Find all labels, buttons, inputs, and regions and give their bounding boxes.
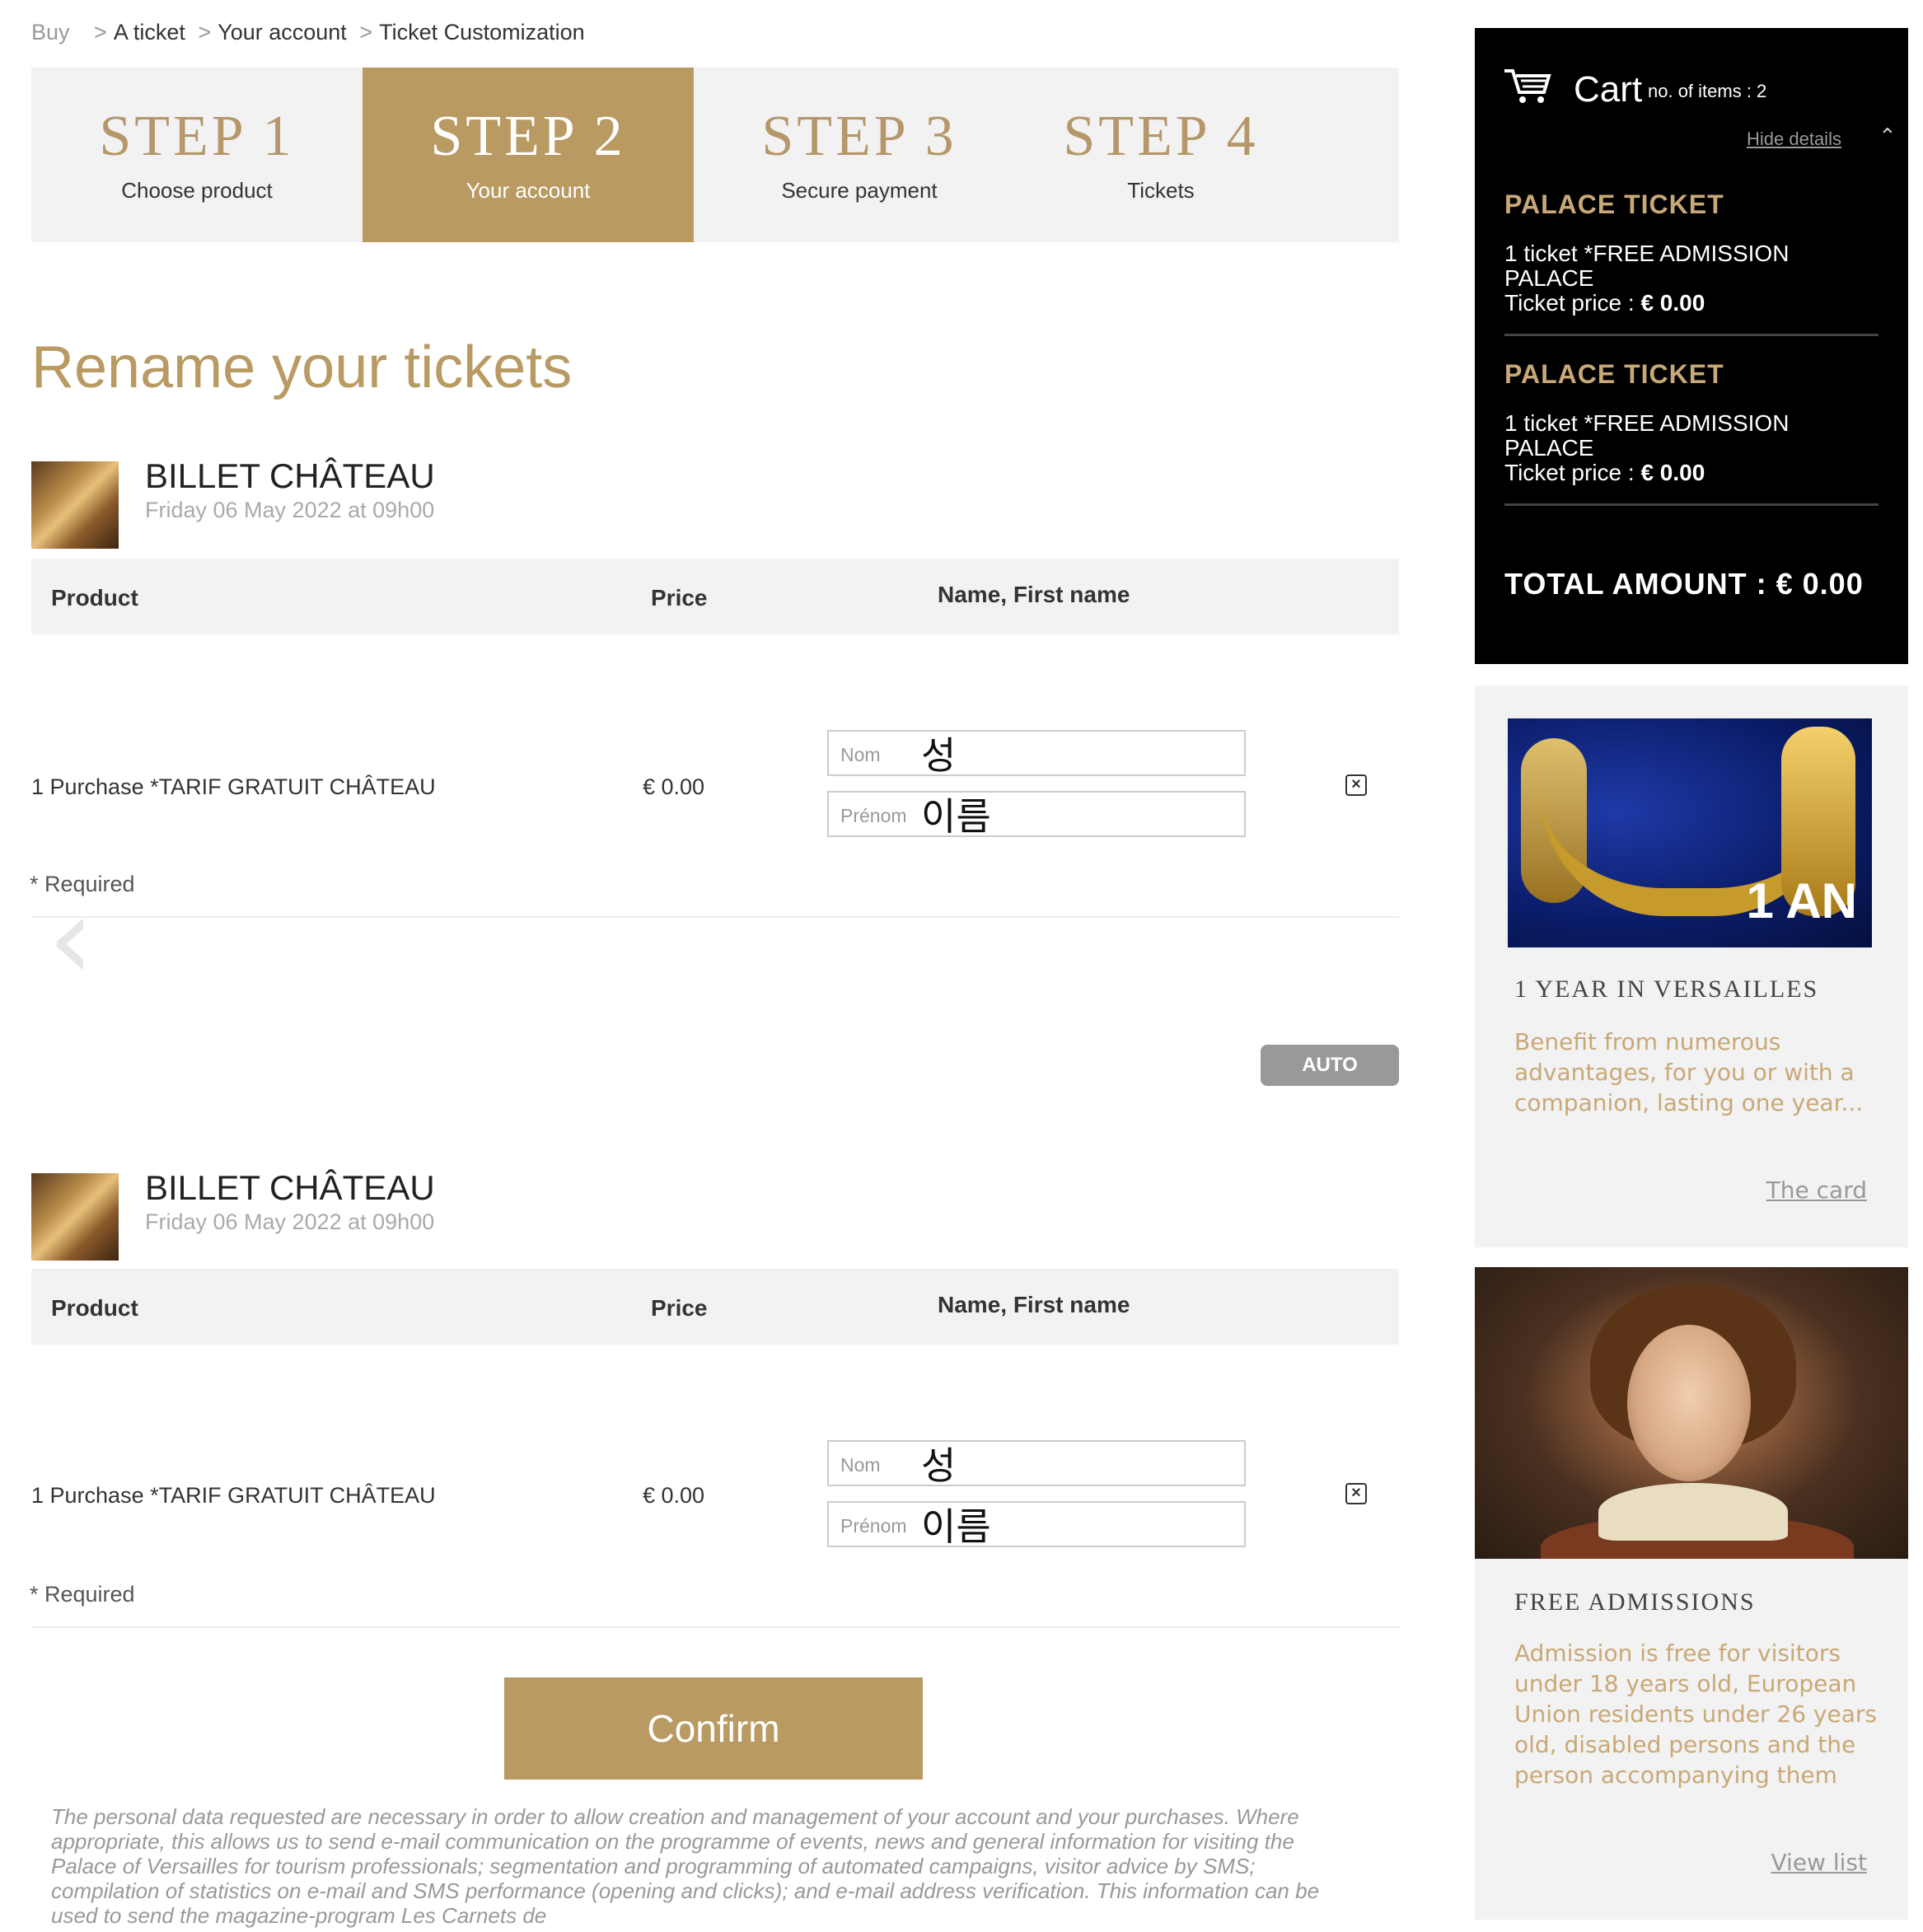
ticket-2-nom-input[interactable]	[921, 1443, 1234, 1483]
promo-text: Admission is free for visitors under 18 …	[1514, 1640, 1877, 1789]
cart-item-count: no. of items : 2	[1648, 81, 1767, 101]
step-2: STEP 2 Your account	[363, 68, 694, 242]
ticket-2-title: BILLET CHÂTEAU	[145, 1168, 435, 1207]
divider	[31, 916, 1399, 918]
promo-text: Benefit from numerous advantages, for yo…	[1514, 1028, 1864, 1116]
ticket-2-required-note: * Required	[30, 1582, 135, 1607]
column-header-product: Product	[51, 585, 138, 610]
page-title: Rename your tickets	[31, 334, 573, 400]
step-3: STEP 3 Secure payment	[694, 68, 1025, 242]
cart-item-title: PALACE TICKET	[1504, 189, 1724, 219]
ticket-2-prenom-field[interactable]: Prénom	[827, 1501, 1246, 1547]
cart-total: TOTAL AMOUNT : € 0.00	[1504, 567, 1864, 601]
column-header-price: Price	[651, 1295, 708, 1321]
auto-button[interactable]: AUTO	[1261, 1045, 1399, 1086]
cart-item-desc: 1 ticket *FREE ADMISSION PALACE	[1504, 410, 1790, 461]
breadcrumb-your-account[interactable]: Your account	[218, 20, 347, 44]
step-1: STEP 1 Choose product	[31, 68, 363, 242]
cart-item-price-value: € 0.00	[1640, 460, 1705, 485]
hide-details-link[interactable]: Hide details	[1747, 129, 1841, 150]
ticket-2-nom-field[interactable]: Nom	[827, 1440, 1246, 1486]
cart-item-price-label: Ticket price :	[1504, 290, 1641, 316]
ticket-2-table-header: Product Price Name, First name	[31, 1269, 1399, 1345]
cart-item-desc: 1 ticket *FREE ADMISSION PALACE	[1504, 241, 1790, 291]
the-card-link[interactable]: The card	[1766, 1177, 1867, 1204]
close-box-icon[interactable]: ×	[1345, 1483, 1367, 1504]
ticket-1-prenom-field[interactable]: Prénom	[827, 791, 1246, 837]
ticket-2-thumbnail	[31, 1173, 119, 1261]
chevron-left-icon[interactable]: ‹	[48, 882, 114, 997]
step-3-label: STEP 3	[761, 105, 957, 168]
promo-card-free-admissions: FREE ADMISSIONS Admission is free for vi…	[1475, 1267, 1908, 1920]
ticket-1-table-header: Product Price Name, First name	[31, 559, 1399, 634]
ticket-1-product: 1 Purchase *TARIF GRATUIT CHÂTEAU	[31, 774, 436, 799]
promo-image-badge: 1 AN	[1746, 873, 1857, 929]
ticket-2-prenom-input[interactable]	[921, 1504, 1234, 1544]
column-header-price: Price	[651, 585, 708, 610]
step-1-label: STEP 1	[99, 105, 295, 168]
prenom-placeholder: Prénom	[840, 805, 907, 826]
step-4-label: STEP 4	[1063, 105, 1259, 168]
breadcrumb-ticket-customization: Ticket Customization	[379, 20, 585, 44]
chevron-up-icon[interactable]: ⌃	[1879, 124, 1897, 149]
breadcrumb-separator: >	[94, 20, 107, 44]
confirm-button[interactable]: Confirm	[504, 1677, 923, 1780]
step-4-sub: Tickets	[1127, 178, 1195, 203]
promo-title: 1 YEAR IN VERSAILLES	[1514, 975, 1819, 1003]
promo-card-year: 1 AN 1 YEAR IN VERSAILLES Benefit from n…	[1475, 685, 1908, 1247]
portrait-face	[1627, 1325, 1751, 1481]
nom-placeholder: Nom	[840, 1454, 881, 1476]
ticket-1-title: BILLET CHÂTEAU	[145, 456, 435, 495]
cart-item-title: PALACE TICKET	[1504, 359, 1724, 389]
column-header-name: Name, First name	[938, 582, 1130, 607]
promo-image-portrait[interactable]	[1475, 1267, 1908, 1559]
step-1-sub: Choose product	[121, 178, 273, 203]
view-list-link[interactable]: View list	[1771, 1849, 1867, 1876]
step-2-sub: Your account	[466, 178, 591, 203]
ticket-2-product: 1 Purchase *TARIF GRATUIT CHÂTEAU	[31, 1483, 436, 1508]
nom-placeholder: Nom	[840, 744, 881, 765]
legal-notice: The personal data requested are necessar…	[51, 1804, 1320, 1928]
ticket-1-nom-input[interactable]	[921, 733, 1234, 773]
close-box-icon[interactable]: ×	[1345, 774, 1367, 796]
breadcrumb-separator: >	[359, 20, 373, 44]
ticket-2-date: Friday 06 May 2022 at 09h00	[145, 1209, 435, 1234]
step-2-label: STEP 2	[430, 105, 626, 168]
steps-bar: STEP 1 Choose product STEP 2 Your accoun…	[31, 68, 1399, 242]
prenom-placeholder: Prénom	[840, 1515, 907, 1537]
cart-icon	[1503, 66, 1552, 115]
step-3-sub: Secure payment	[781, 178, 938, 203]
cart-item-price-label: Ticket price :	[1504, 460, 1641, 485]
breadcrumb-a-ticket[interactable]: A ticket	[114, 20, 185, 44]
ticket-1-date: Friday 06 May 2022 at 09h00	[145, 498, 435, 522]
breadcrumb-separator: >	[198, 20, 212, 44]
portrait-collar	[1598, 1483, 1788, 1541]
divider	[31, 1626, 1399, 1628]
ticket-1-thumbnail	[31, 461, 119, 549]
divider	[1504, 334, 1879, 336]
column-header-product: Product	[51, 1295, 138, 1321]
cart-label: Cart	[1574, 69, 1643, 110]
step-4: STEP 4 Tickets	[1025, 68, 1297, 242]
ticket-1-nom-field[interactable]: Nom	[827, 730, 1246, 776]
column-header-name: Name, First name	[938, 1292, 1130, 1317]
cart-item-price-value: € 0.00	[1640, 290, 1705, 316]
ticket-1-prenom-input[interactable]	[921, 794, 1234, 834]
cart-item-price: Ticket price : € 0.00	[1504, 461, 1879, 485]
divider	[1504, 503, 1879, 506]
ticket-1-price: € 0.00	[643, 774, 705, 799]
promo-title: FREE ADMISSIONS	[1514, 1588, 1756, 1616]
cart-icon-svg	[1504, 69, 1551, 103]
cart-item: PALACE TICKET 1 ticket *FREE ADMISSION P…	[1504, 189, 1879, 336]
breadcrumb-buy[interactable]: Buy	[31, 20, 70, 44]
promo-image-year[interactable]: 1 AN	[1508, 718, 1872, 947]
cart-panel: Cart no. of items : 2 Hide details ⌃ PAL…	[1475, 28, 1908, 664]
breadcrumb: Buy > A ticket > Your account > Ticket Cust…	[31, 20, 585, 45]
cart-item-price: Ticket price : € 0.00	[1504, 291, 1879, 316]
cart-item: PALACE TICKET 1 ticket *FREE ADMISSION P…	[1504, 359, 1879, 506]
ticket-2-price: € 0.00	[643, 1483, 705, 1508]
